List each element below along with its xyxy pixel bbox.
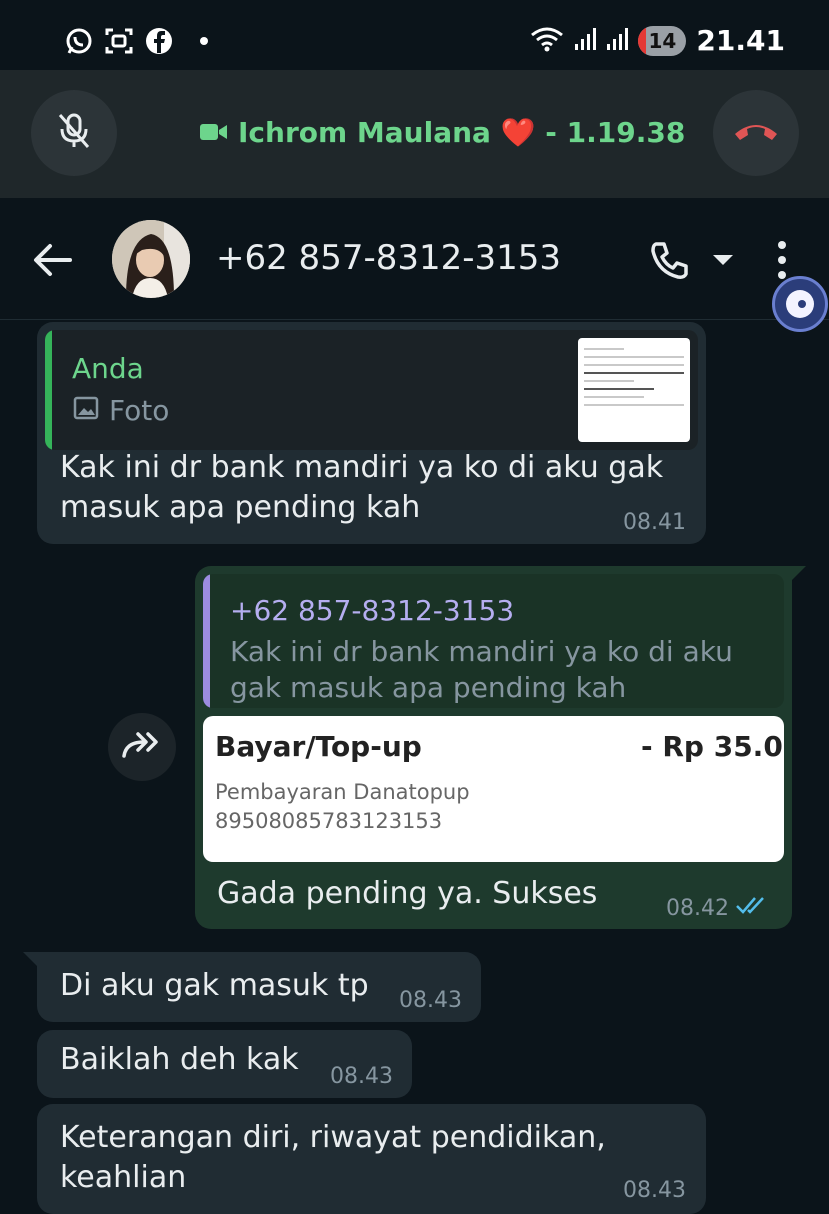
quoted-message[interactable]: Anda Foto <box>45 330 698 450</box>
end-call-icon <box>732 120 780 146</box>
quote-author: +62 857-8312-3153 <box>230 594 515 627</box>
signal-icon <box>574 27 597 55</box>
facebook-icon <box>144 26 174 56</box>
contact-name[interactable]: +62 857-8312-3153 <box>216 238 561 278</box>
message-text: Baiklah deh kak <box>60 1042 299 1077</box>
avatar[interactable] <box>112 220 190 298</box>
receipt-image[interactable]: Bayar/Top-up - Rp 35.00 Pembayaran Danat… <box>203 716 784 862</box>
receipt-description: Pembayaran Danatopup <box>215 780 470 804</box>
wifi-icon <box>530 25 564 57</box>
message-text: Gada pending ya. Sukses <box>217 876 598 911</box>
call-status[interactable]: Ichrom Maulana ❤️ - 1.19.38 <box>200 116 685 149</box>
forward-button[interactable] <box>108 713 176 781</box>
mute-button[interactable] <box>31 90 117 176</box>
message-text: Keterangan diri, riwayat pendidikan, kea… <box>60 1120 606 1195</box>
message-bubble-incoming[interactable]: Anda Foto Kak ini dr bank mandiri ya ko … <box>37 322 706 544</box>
message-bubble-incoming[interactable]: Keterangan diri, riwayat pendidikan, kea… <box>37 1104 706 1214</box>
end-call-button[interactable] <box>713 90 799 176</box>
receipt-title: Bayar/Top-up <box>215 730 422 763</box>
ongoing-call-bar[interactable]: Ichrom Maulana ❤️ - 1.19.38 <box>0 70 829 198</box>
status-bar: 14 21.41 <box>0 0 829 70</box>
video-icon <box>200 116 228 149</box>
notification-dot-icon <box>200 37 208 45</box>
whatsapp-icon <box>64 26 94 56</box>
message-time: 08.42 <box>666 896 729 921</box>
quote-author: Anda <box>72 352 144 385</box>
floating-assistant-bubble[interactable] <box>772 276 828 332</box>
receipt-amount: - Rp 35.00 <box>641 730 784 763</box>
quote-type: Foto <box>109 394 170 427</box>
call-title: Ichrom Maulana ❤️ - 1.19.38 <box>238 116 686 149</box>
receipt-reference: 89508085783123153 <box>215 809 443 833</box>
message-bubble-incoming[interactable]: Di aku gak masuk tp 08.43 <box>23 952 481 1022</box>
message-time: 08.43 <box>623 1178 686 1203</box>
read-ticks-icon <box>735 894 771 920</box>
quoted-message[interactable]: +62 857-8312-3153 Kak ini dr bank mandir… <box>203 574 784 708</box>
battery-indicator: 14 <box>638 25 687 56</box>
message-text: Kak ini dr bank mandiri ya ko di aku gak… <box>60 450 664 525</box>
message-bubble-incoming[interactable]: Baiklah deh kak 08.43 <box>37 1030 412 1098</box>
screen-capture-icon <box>104 26 134 56</box>
message-bubble-outgoing[interactable]: +62 857-8312-3153 Kak ini dr bank mandir… <box>195 566 806 929</box>
message-time: 08.43 <box>330 1064 393 1089</box>
forward-icon <box>120 730 164 764</box>
photo-thumbnail[interactable] <box>578 338 690 442</box>
phone-icon[interactable] <box>648 238 692 286</box>
mic-off-icon <box>52 109 96 157</box>
clock: 21.41 <box>696 24 785 57</box>
message-time: 08.43 <box>399 988 462 1013</box>
chat-header: +62 857-8312-3153 <box>0 198 829 320</box>
message-text: Di aku gak masuk tp <box>60 968 369 1003</box>
signal-icon <box>606 27 629 55</box>
photo-icon <box>73 394 99 427</box>
caret-down-icon[interactable] <box>712 252 734 271</box>
quote-text: Kak ini dr bank mandiri ya ko di aku gak… <box>230 635 733 704</box>
back-arrow-icon[interactable] <box>30 238 74 286</box>
message-time: 08.41 <box>623 510 686 535</box>
